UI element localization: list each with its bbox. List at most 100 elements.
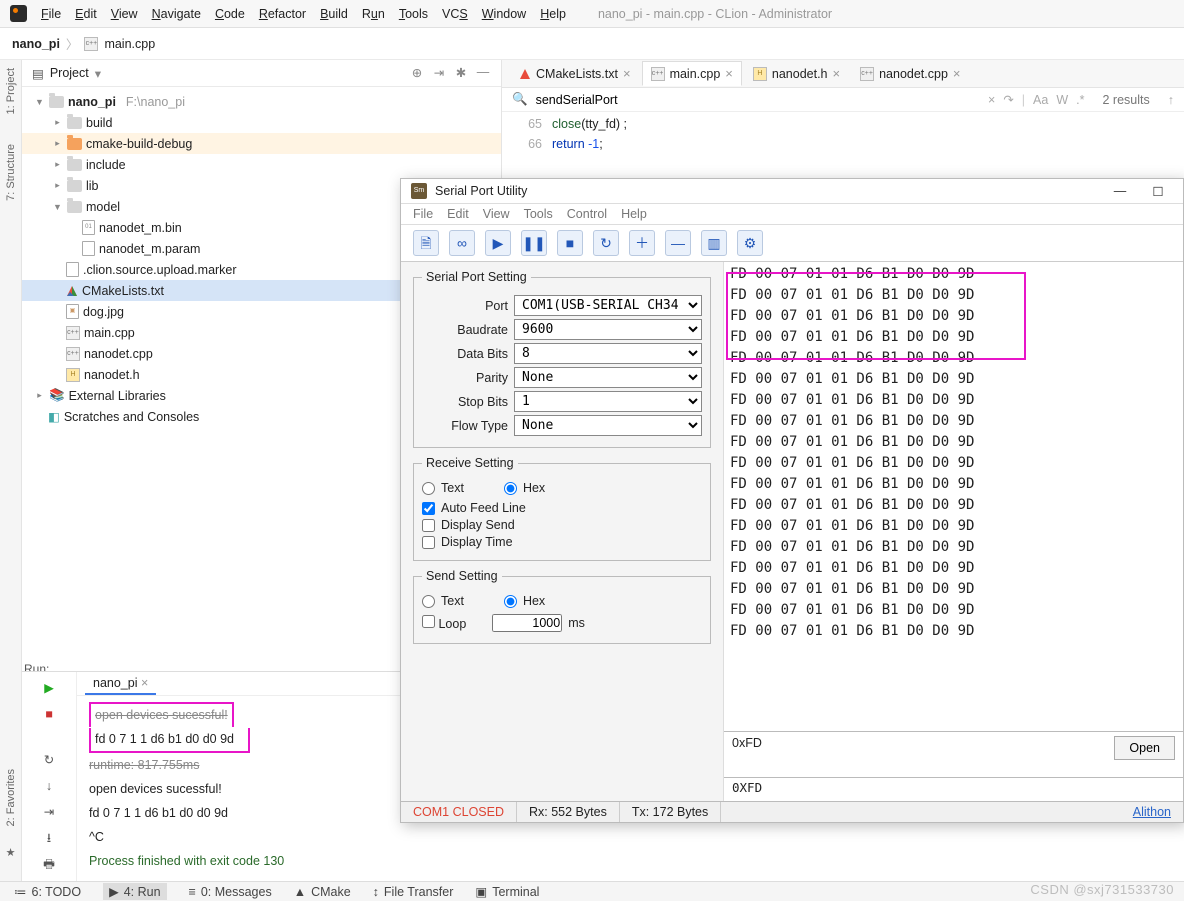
- gear-icon[interactable]: ⚙: [737, 230, 763, 256]
- open-button[interactable]: Open: [1114, 736, 1175, 760]
- refresh-icon[interactable]: ↻: [593, 230, 619, 256]
- play-icon[interactable]: ▶: [39, 678, 59, 698]
- loop-interval-input[interactable]: [492, 614, 562, 632]
- bottom-file-transfer[interactable]: ↕ File Transfer: [373, 885, 454, 899]
- search-input[interactable]: [536, 93, 980, 107]
- maximize-icon[interactable]: ☐: [1143, 184, 1173, 199]
- project-header: ▤ Project ▾ ⊕ ⇥ ✱ —: [22, 60, 501, 87]
- spu-menubar: File Edit View Tools Control Help: [401, 204, 1183, 225]
- breadcrumb: nano_pi 〉 c++ main.cpp: [0, 28, 1184, 60]
- star-icon[interactable]: ★: [6, 846, 16, 859]
- spu-menu-control[interactable]: Control: [567, 207, 607, 221]
- bottom-run[interactable]: ▶ 4: Run: [103, 883, 166, 900]
- baudrate-select[interactable]: 9600: [514, 319, 702, 340]
- display-time-check[interactable]: Display Time: [422, 535, 702, 549]
- spu-menu-view[interactable]: View: [483, 207, 510, 221]
- spu-titlebar[interactable]: Sm Serial Port Utility — ☐: [401, 179, 1183, 204]
- menu-refactor[interactable]: Refactor: [259, 7, 306, 21]
- bottom-terminal[interactable]: ▣ Terminal: [475, 884, 539, 899]
- settings-gear-icon[interactable]: ✱: [453, 65, 469, 81]
- recv-text-radio[interactable]: Text: [422, 481, 464, 495]
- rx-output[interactable]: FD 00 07 01 01 D6 B1 D0 D0 9D FD 00 07 0…: [724, 262, 1183, 731]
- menu-navigate[interactable]: Navigate: [152, 7, 201, 21]
- scope-icon[interactable]: ⊕: [409, 65, 425, 81]
- collapse-icon[interactable]: ⇥: [431, 65, 447, 81]
- tree-folder[interactable]: ▸cmake-build-debug: [22, 133, 501, 154]
- port-select[interactable]: COM1(USB-SERIAL CH34: [514, 295, 702, 316]
- spu-menu-edit[interactable]: Edit: [447, 207, 469, 221]
- menu-edit[interactable]: Edit: [75, 7, 97, 21]
- spu-menu-help[interactable]: Help: [621, 207, 647, 221]
- loop-check[interactable]: Loop: [422, 615, 466, 631]
- print-icon[interactable]: 🖶: [39, 854, 59, 874]
- minimize-icon[interactable]: —: [1105, 184, 1135, 198]
- left-tool-gutter: 1: Project 7: Structure: [0, 60, 22, 850]
- tab-structure-side[interactable]: 7: Structure: [5, 144, 17, 201]
- databits-select[interactable]: 8: [514, 343, 702, 364]
- close-icon[interactable]: ×: [623, 66, 631, 81]
- pause-icon[interactable]: ❚❚: [521, 230, 547, 256]
- crumb-file[interactable]: main.cpp: [104, 37, 155, 51]
- display-send-check[interactable]: Display Send: [422, 518, 702, 532]
- wrap-icon[interactable]: ⇥: [39, 802, 59, 822]
- rerun-icon[interactable]: ↻: [39, 750, 59, 770]
- crumb-project[interactable]: nano_pi: [12, 37, 60, 51]
- code-editor[interactable]: 6566 close(tty_fd) ; return -1;: [502, 112, 1184, 156]
- remove-icon[interactable]: —: [665, 230, 691, 256]
- close-icon[interactable]: ×: [725, 66, 733, 81]
- clear-search-icon[interactable]: ×: [988, 93, 995, 107]
- match-case-icon[interactable]: Aa: [1033, 93, 1048, 107]
- menu-vcs[interactable]: VCS: [442, 7, 468, 21]
- flowtype-select[interactable]: None: [514, 415, 702, 436]
- run-tab-nano-pi[interactable]: nano_pi ×: [85, 673, 156, 695]
- serial-port-utility-window: Sm Serial Port Utility — ☐ File Edit Vie…: [400, 178, 1184, 823]
- record-loop-icon[interactable]: ∞: [449, 230, 475, 256]
- tree-folder[interactable]: ▸include: [22, 154, 501, 175]
- bottom-todo[interactable]: ≔ 6: TODO: [14, 884, 81, 899]
- stopbits-select[interactable]: 1: [514, 391, 702, 412]
- tab-nanodet-h[interactable]: Hnanodet.h×: [744, 61, 849, 86]
- down-icon[interactable]: ↓: [39, 776, 59, 796]
- spu-menu-file[interactable]: File: [413, 207, 433, 221]
- up-arrow-icon[interactable]: ↑: [1168, 93, 1174, 107]
- menu-build[interactable]: Build: [320, 7, 348, 21]
- tab-favorites-side[interactable]: 2: Favorites: [5, 769, 17, 826]
- menu-help[interactable]: Help: [540, 7, 566, 21]
- tab-main-cpp[interactable]: c++main.cpp×: [642, 61, 742, 86]
- regex-icon[interactable]: .*: [1076, 93, 1084, 107]
- send-text-radio[interactable]: Text: [422, 594, 464, 608]
- hide-icon[interactable]: —: [475, 65, 491, 81]
- new-doc-icon[interactable]: 🗎: [413, 230, 439, 256]
- close-icon[interactable]: ×: [953, 66, 961, 81]
- menu-run[interactable]: Run: [362, 7, 385, 21]
- bottom-messages[interactable]: ≡ 0: Messages: [189, 885, 272, 899]
- panel-icon[interactable]: ▥: [701, 230, 727, 256]
- export-icon[interactable]: ⭳: [39, 828, 59, 848]
- tree-root[interactable]: ▼ nano_pi F:\nano_pi: [22, 91, 501, 112]
- tree-folder[interactable]: ▸build: [22, 112, 501, 133]
- menu-file[interactable]: File: [41, 7, 61, 21]
- stop-icon[interactable]: ■: [557, 230, 583, 256]
- parity-select[interactable]: None: [514, 367, 702, 388]
- tab-nanodet-cpp[interactable]: c++nanodet.cpp×: [851, 61, 969, 86]
- send-hex-radio[interactable]: Hex: [504, 594, 545, 608]
- recv-hex-radio[interactable]: Hex: [504, 481, 545, 495]
- tab-project-side[interactable]: 1: Project: [5, 68, 17, 114]
- close-icon[interactable]: ×: [833, 66, 841, 81]
- vendor-link[interactable]: Alithon: [1121, 802, 1183, 822]
- stop-icon[interactable]: ■: [39, 704, 59, 724]
- auto-feed-line-check[interactable]: Auto Feed Line: [422, 501, 702, 515]
- add-icon[interactable]: ＋: [629, 230, 655, 256]
- spu-menu-tools[interactable]: Tools: [524, 207, 553, 221]
- menu-view[interactable]: View: [111, 7, 138, 21]
- play-icon[interactable]: ▶: [485, 230, 511, 256]
- whole-word-icon[interactable]: W: [1056, 93, 1068, 107]
- prev-match-icon[interactable]: ↷: [1003, 92, 1013, 107]
- menu-code[interactable]: Code: [215, 7, 245, 21]
- menu-window[interactable]: Window: [482, 7, 526, 21]
- rx-bytes: Rx: 552 Bytes: [517, 802, 620, 822]
- bottom-cmake[interactable]: ▲ CMake: [294, 885, 351, 899]
- tab-cmakelists[interactable]: CMakeLists.txt×: [510, 61, 640, 86]
- menu-tools[interactable]: Tools: [399, 7, 428, 21]
- tx-input[interactable]: 0XFD: [724, 777, 1183, 801]
